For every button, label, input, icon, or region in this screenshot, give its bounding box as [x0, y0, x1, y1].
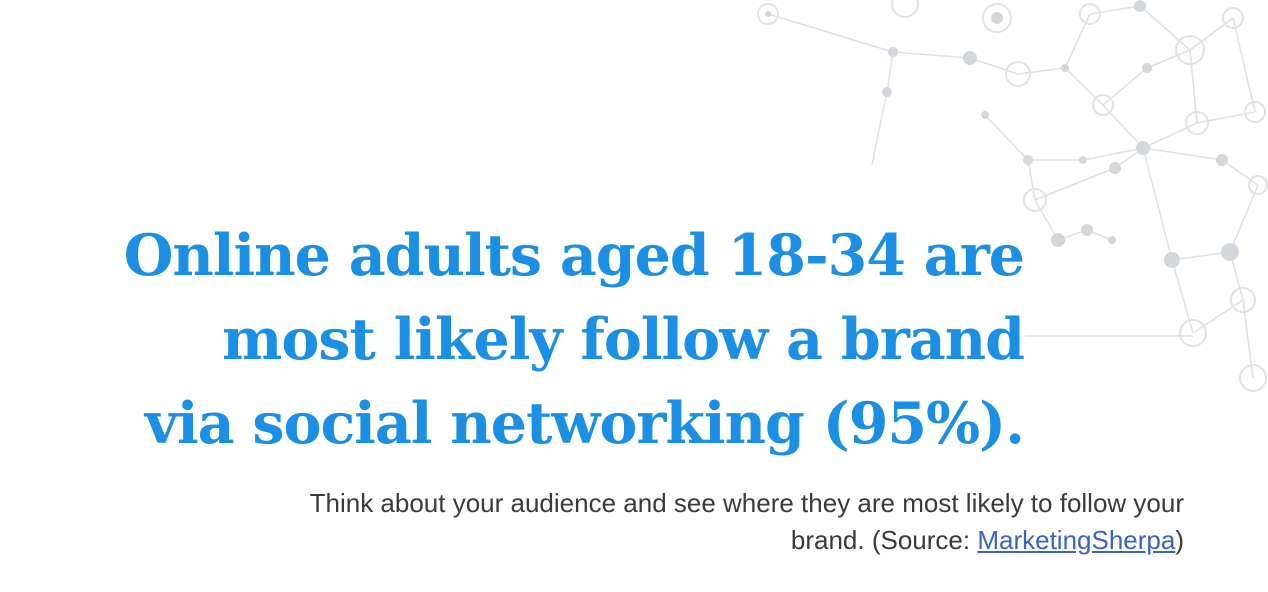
- caption-line-2: brand. (Source: MarketingSherpa): [134, 522, 1184, 559]
- headline-line-1: Online adults aged 18-34 are: [123, 222, 1025, 289]
- headline: Online adults aged 18-34 are most likely…: [44, 214, 1025, 466]
- caption-source-suffix: ): [1175, 525, 1184, 555]
- headline-line-3: via social networking (95%).: [144, 390, 1025, 457]
- source-link[interactable]: MarketingSherpa: [977, 525, 1175, 555]
- slide: Online adults aged 18-34 are most likely…: [0, 0, 1268, 592]
- caption: Think about your audience and see where …: [134, 485, 1184, 559]
- caption-line-1: Think about your audience and see where …: [309, 488, 1184, 518]
- headline-line-2: most likely follow a brand: [222, 306, 1025, 373]
- caption-source-prefix: brand. (Source:: [790, 525, 978, 555]
